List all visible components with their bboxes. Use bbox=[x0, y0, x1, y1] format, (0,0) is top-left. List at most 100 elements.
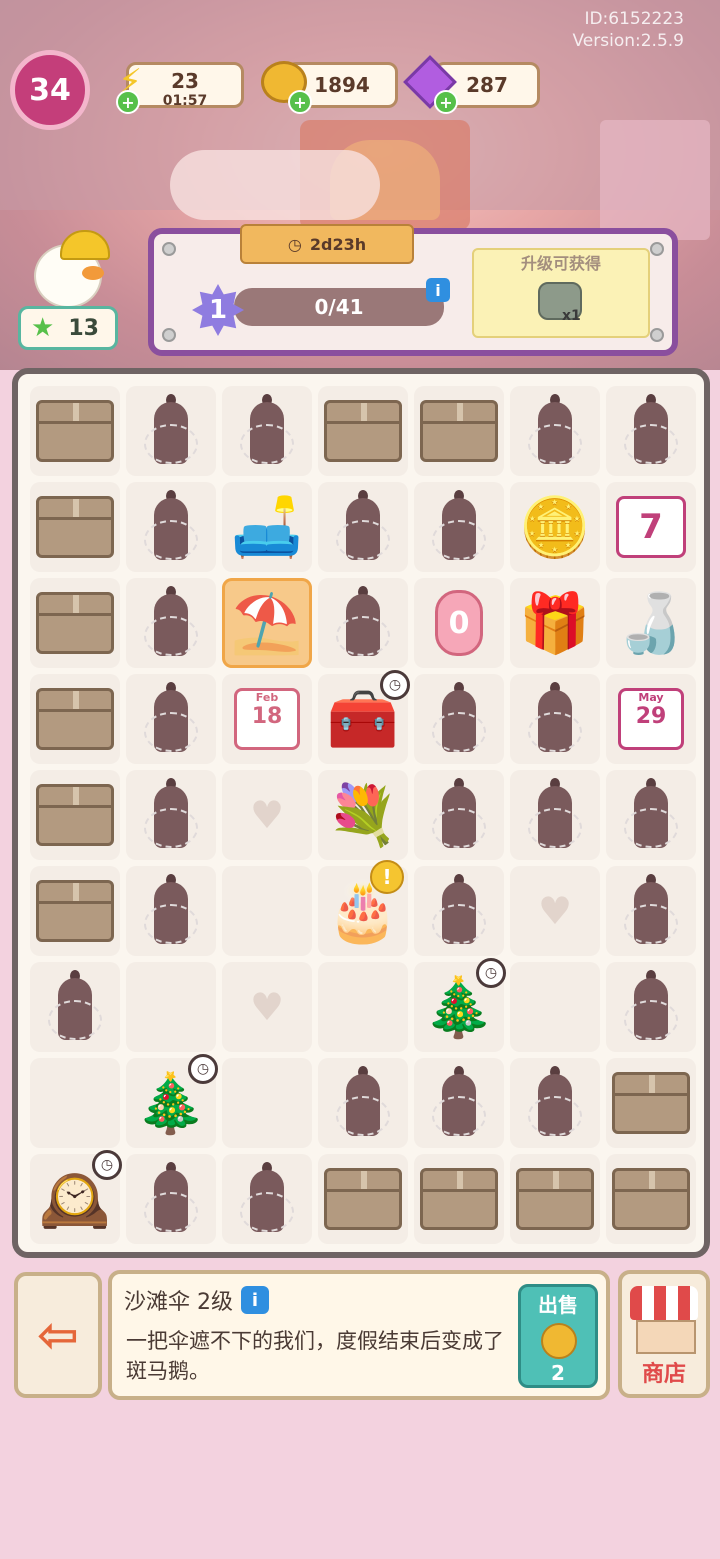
shop-button[interactable]: 商店 bbox=[618, 1270, 710, 1398]
duck-avatar[interactable] bbox=[24, 230, 114, 310]
board-cell[interactable] bbox=[606, 1154, 696, 1244]
board-cell[interactable]: 7 bbox=[606, 482, 696, 572]
board-cell[interactable] bbox=[510, 962, 600, 1052]
board-cell[interactable]: ♥ bbox=[222, 770, 312, 860]
board-cell[interactable] bbox=[606, 1058, 696, 1148]
board-cell[interactable] bbox=[30, 578, 120, 668]
board-cell[interactable]: May 29 bbox=[606, 674, 696, 764]
cone-web bbox=[528, 712, 582, 752]
board-cell[interactable]: 🛋️ bbox=[222, 482, 312, 572]
board-cell[interactable] bbox=[126, 962, 216, 1052]
board-cell[interactable] bbox=[126, 866, 216, 956]
board-cell[interactable] bbox=[414, 482, 504, 572]
star-counter[interactable]: ★ 13 bbox=[18, 306, 118, 350]
player-level-badge[interactable]: 34 bbox=[10, 50, 90, 130]
cone-web bbox=[240, 424, 294, 464]
board-cell[interactable]: 🎁 bbox=[510, 578, 600, 668]
quest-timer: 2d23h bbox=[309, 234, 367, 254]
add-coins-button[interactable]: + bbox=[288, 90, 312, 114]
board-cell[interactable] bbox=[222, 866, 312, 956]
calendar-feb-item: Feb 18 bbox=[234, 688, 300, 750]
add-energy-button[interactable]: + bbox=[116, 90, 140, 114]
board-cell[interactable]: Feb 18 bbox=[222, 674, 312, 764]
board-cell[interactable]: ♥ bbox=[510, 866, 600, 956]
board-cell[interactable]: 🎂! bbox=[318, 860, 408, 956]
board-cell[interactable]: 🕰️ ◷ bbox=[30, 1150, 122, 1244]
board-cell[interactable] bbox=[510, 1154, 600, 1244]
quest-info-button[interactable]: i bbox=[426, 278, 450, 302]
cobweb-cone bbox=[48, 970, 102, 1044]
shelf bbox=[600, 120, 710, 240]
board-cell[interactable] bbox=[414, 1058, 504, 1148]
board-cell[interactable] bbox=[606, 962, 696, 1052]
board-cell[interactable] bbox=[606, 866, 696, 956]
cobweb-cone bbox=[624, 970, 678, 1044]
board-cell[interactable] bbox=[222, 386, 312, 476]
board-cell[interactable]: 0 bbox=[414, 578, 504, 668]
board-cell[interactable] bbox=[318, 386, 408, 476]
board-cell[interactable] bbox=[30, 386, 120, 476]
board-cell[interactable]: 💐 bbox=[318, 770, 408, 860]
board-cell[interactable] bbox=[30, 482, 120, 572]
board-cell[interactable] bbox=[126, 674, 216, 764]
board-cell[interactable] bbox=[414, 770, 504, 860]
board-cell[interactable] bbox=[126, 770, 216, 860]
board-cell[interactable] bbox=[510, 1058, 600, 1148]
board-cell[interactable] bbox=[126, 386, 216, 476]
cone-web bbox=[432, 904, 486, 944]
board-cell[interactable] bbox=[414, 866, 504, 956]
cone-web bbox=[144, 424, 198, 464]
board-cell[interactable] bbox=[126, 1154, 216, 1244]
calendar-month: May bbox=[638, 691, 664, 704]
board-cell[interactable] bbox=[30, 674, 120, 764]
board-cell[interactable] bbox=[510, 674, 600, 764]
board-cell[interactable] bbox=[318, 1058, 408, 1148]
board-cell[interactable] bbox=[318, 482, 408, 572]
cobweb-cone bbox=[336, 1066, 390, 1140]
level-reward-box[interactable]: 升级可获得 x1 bbox=[472, 248, 650, 338]
cone-web bbox=[432, 520, 486, 560]
board-cell[interactable] bbox=[606, 770, 696, 860]
timer-clock-icon: ◷ bbox=[476, 958, 506, 988]
board-cell[interactable] bbox=[126, 482, 216, 572]
board-cell[interactable]: 🎄 ◷ bbox=[126, 1054, 218, 1148]
board-cell[interactable] bbox=[126, 578, 216, 668]
board-cell[interactable] bbox=[318, 578, 408, 668]
board-cell[interactable] bbox=[30, 962, 120, 1052]
cone-web bbox=[432, 712, 486, 752]
board-cell[interactable] bbox=[222, 1154, 312, 1244]
board-cell[interactable] bbox=[30, 1058, 120, 1148]
board-cell[interactable]: ♥ bbox=[222, 962, 312, 1052]
board-cell[interactable] bbox=[414, 386, 504, 476]
board-cell[interactable] bbox=[318, 1154, 408, 1244]
exit-button[interactable]: ⇦ bbox=[14, 1272, 102, 1398]
star-value: 13 bbox=[68, 315, 99, 341]
board-cell[interactable] bbox=[30, 866, 120, 956]
board-cell[interactable] bbox=[222, 1058, 312, 1148]
shop-building-icon bbox=[636, 1320, 696, 1354]
cone-web bbox=[528, 808, 582, 848]
reward-title: 升级可获得 bbox=[520, 254, 601, 273]
board-cell[interactable] bbox=[510, 386, 600, 476]
board-cell[interactable] bbox=[318, 962, 408, 1052]
coin-stack-item: 🪙 bbox=[518, 493, 592, 561]
quest-progress-bar: 0/41 bbox=[234, 288, 444, 326]
item-info-button[interactable]: i bbox=[241, 1286, 269, 1314]
sell-button[interactable]: 出售 2 bbox=[518, 1284, 598, 1388]
board-cell[interactable]: 🎄 ◷ bbox=[414, 958, 506, 1052]
board-cell[interactable] bbox=[606, 386, 696, 476]
board-cell[interactable] bbox=[414, 1154, 504, 1244]
add-gems-button[interactable]: + bbox=[434, 90, 458, 114]
board-cell[interactable] bbox=[510, 770, 600, 860]
cone-web bbox=[144, 616, 198, 656]
merge-board: 🛋️ 🪙 7 ⛱️ 0 🎁 🍶 Feb 18 🧰 ◷ May 29 ♥ 💐 🎂! ♥ ♥ 🎄 ◷ 🎄 ◷ 🕰️ ◷ bbox=[12, 368, 710, 1258]
board-grid: 🛋️ 🪙 7 ⛱️ 0 🎁 🍶 Feb 18 🧰 ◷ May 29 ♥ 💐 🎂! ♥ ♥ 🎄 ◷ 🎄 ◷ 🕰️ ◷ bbox=[30, 386, 696, 1244]
item-info-panel: 沙滩伞 2级 i 一把伞遮不下的我们，度假结束后变成了斑马鹅。 出售 2 bbox=[108, 1270, 610, 1400]
board-cell[interactable] bbox=[414, 674, 504, 764]
board-cell[interactable]: ⛱️ bbox=[222, 578, 312, 668]
cone-web bbox=[432, 1096, 486, 1136]
board-cell[interactable]: 🪙 bbox=[510, 482, 600, 572]
board-cell[interactable]: 🍶 bbox=[606, 578, 696, 668]
board-cell[interactable]: 🧰 ◷ bbox=[318, 670, 410, 764]
board-cell[interactable] bbox=[30, 770, 120, 860]
